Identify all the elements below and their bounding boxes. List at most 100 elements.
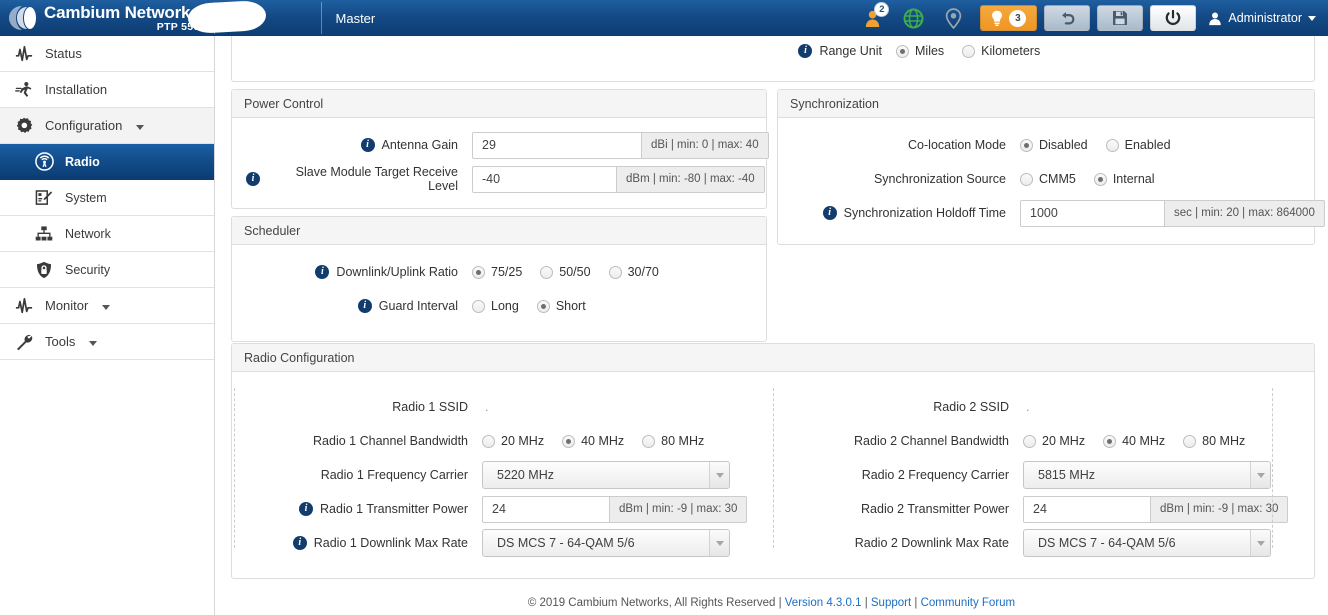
radio1-maxrate-dropdown-button[interactable] (709, 530, 729, 556)
sidebar-item-label: Installation (45, 82, 108, 97)
chevron-down-icon (1256, 472, 1265, 478)
radio1-frequency-row: Radio 1 Frequency Carrier 5220 MHz (232, 458, 773, 492)
dl-ul-ratio-option-75-25[interactable]: 75/25 (491, 265, 522, 279)
radio1-txpower-label: Radio 1 Transmitter Power (320, 502, 468, 516)
radio1-bandwidth-option-20[interactable]: 20 MHz (501, 434, 544, 448)
range-unit-option-kilometers[interactable]: Kilometers (981, 44, 1040, 58)
page-layout: Status Installation Configuration Radio Syst… (0, 36, 1328, 615)
sidebar-item-label: Radio (65, 154, 100, 169)
divider-right (1272, 388, 1273, 548)
alerts-button[interactable]: 3 (980, 5, 1038, 31)
slave-target-rx-row: i Slave Module Target Receive Level dBm … (246, 162, 765, 196)
co-location-mode-radio-disabled[interactable] (1020, 138, 1033, 152)
radio1-frequency-select-wrap: 5220 MHz (482, 461, 730, 489)
sidebar-item-tools[interactable]: Tools (0, 324, 214, 360)
sync-source-option-cmm5[interactable]: CMM5 (1039, 172, 1076, 186)
dl-ul-ratio-option-50-50[interactable]: 50/50 (559, 265, 590, 279)
sidebar-item-network[interactable]: Network (0, 216, 214, 252)
sidebar-item-installation[interactable]: Installation (0, 72, 214, 108)
radio1-frequency-dropdown-button[interactable] (709, 462, 729, 488)
antenna-gain-field-group: dBi | min: 0 | max: 40 (472, 131, 769, 159)
radio2-txpower-input[interactable] (1023, 495, 1151, 523)
radio2-maxrate-row: Radio 2 Downlink Max Rate DS MCS 7 - 64-… (773, 526, 1273, 560)
radio2-bandwidth-row: Radio 2 Channel Bandwidth 20 MHz 40 MHz … (773, 424, 1273, 458)
radio-configuration-title: Radio Configuration (232, 344, 1314, 372)
footer-support-link[interactable]: Support (871, 597, 911, 609)
radio1-txpower-input[interactable] (482, 495, 610, 523)
radio2-maxrate-dropdown-button[interactable] (1250, 530, 1270, 556)
radio1-frequency-select[interactable]: 5220 MHz (482, 461, 730, 489)
dl-ul-ratio-radio-75-25[interactable] (472, 265, 485, 279)
radio1-bandwidth-radio-80[interactable] (642, 434, 656, 448)
dl-ul-ratio-radio-50-50[interactable] (540, 265, 554, 279)
guard-interval-radio-short[interactable] (536, 299, 550, 313)
save-button[interactable] (1097, 5, 1144, 31)
sidebar-item-label: Configuration (45, 118, 123, 133)
radio1-bandwidth-radio-40[interactable] (562, 434, 576, 448)
sync-source-radio-group: CMM5 Internal (1020, 172, 1167, 186)
sidebar-item-radio[interactable]: Radio (0, 144, 214, 180)
radio2-bandwidth-option-80[interactable]: 80 MHz (1202, 434, 1245, 448)
page-footer: © 2019 Cambium Networks, All Rights Rese… (215, 597, 1328, 609)
chevron-down-icon (715, 540, 724, 546)
sidebar-item-configuration[interactable]: Configuration (0, 108, 214, 144)
map-pin-icon[interactable] (933, 0, 973, 36)
sidebar-item-status[interactable]: Status (0, 36, 214, 72)
radio2-frequency-select[interactable]: 5815 MHz (1023, 461, 1271, 489)
sync-source-radio-cmm5[interactable] (1020, 172, 1033, 186)
range-unit-radio-kilometers[interactable] (962, 44, 976, 58)
radio2-frequency-select-wrap: 5815 MHz (1023, 461, 1271, 489)
co-location-mode-radio-enabled[interactable] (1105, 138, 1119, 152)
sync-source-radio-internal[interactable] (1093, 172, 1107, 186)
top-header-bar: Cambium Networks PTP 550 A Master 2 (0, 0, 1328, 36)
chevron-down-icon (89, 340, 98, 346)
sidebar-item-monitor[interactable]: Monitor (0, 288, 214, 324)
footer-version-link[interactable]: Version 4.3.0.1 (785, 597, 862, 609)
guard-interval-radio-long[interactable] (472, 299, 485, 313)
dl-ul-ratio-radio-30-70[interactable] (608, 265, 622, 279)
radio2-frequency-dropdown-button[interactable] (1250, 462, 1270, 488)
chevron-down-icon (1256, 540, 1265, 546)
range-unit-radio-miles[interactable] (896, 44, 909, 58)
radio2-ssid-label: Radio 2 SSID (933, 400, 1009, 414)
radio2-bandwidth-option-20[interactable]: 20 MHz (1042, 434, 1085, 448)
sidebar-item-system[interactable]: System (0, 180, 214, 216)
sidebar-item-security[interactable]: Security (0, 252, 214, 288)
radio1-bandwidth-option-40[interactable]: 40 MHz (581, 434, 624, 448)
power-button[interactable] (1150, 5, 1197, 31)
radio1-maxrate-value: DS MCS 7 - 64-QAM 5/6 (497, 536, 635, 550)
sidebar-item-label: Tools (45, 334, 76, 349)
radio1-bandwidth-radio-group: 20 MHz 40 MHz 80 MHz (482, 434, 716, 448)
sidebar-item-label: System (65, 190, 107, 205)
slave-target-rx-input[interactable] (472, 165, 617, 193)
radio2-bandwidth-radio-40[interactable] (1103, 434, 1117, 448)
account-menu[interactable]: Administrator (1208, 11, 1316, 26)
holdoff-time-input[interactable] (1020, 199, 1165, 227)
undo-button[interactable] (1044, 5, 1091, 31)
gear-icon (14, 116, 34, 136)
dl-ul-ratio-radio-group: 75/25 50/50 30/70 (472, 265, 671, 279)
divider-left (234, 388, 235, 548)
antenna-gain-input[interactable] (472, 131, 642, 159)
slave-target-rx-units: dBm | min: -80 | max: -40 (617, 165, 765, 193)
radio2-bandwidth-radio-20[interactable] (1023, 434, 1036, 448)
globe-icon[interactable] (893, 0, 933, 36)
dl-ul-ratio-option-30-70[interactable]: 30/70 (628, 265, 659, 279)
chevron-down-icon (136, 124, 145, 130)
guard-interval-option-long[interactable]: Long (491, 299, 519, 313)
radio2-ssid-row: Radio 2 SSID . (773, 390, 1273, 424)
radio2-bandwidth-radio-80[interactable] (1183, 434, 1197, 448)
footer-community-link[interactable]: Community Forum (921, 597, 1016, 609)
radio2-maxrate-select[interactable]: DS MCS 7 - 64-QAM 5/6 (1023, 529, 1271, 557)
co-location-mode-option-disabled[interactable]: Disabled (1039, 138, 1088, 152)
sync-source-option-internal[interactable]: Internal (1113, 172, 1155, 186)
user-group-icon[interactable]: 2 (853, 0, 893, 36)
radio2-bandwidth-option-40[interactable]: 40 MHz (1122, 434, 1165, 448)
radio1-maxrate-select[interactable]: DS MCS 7 - 64-QAM 5/6 (482, 529, 730, 557)
power-control-title: Power Control (232, 90, 766, 118)
radio1-bandwidth-option-80[interactable]: 80 MHz (661, 434, 704, 448)
co-location-mode-option-enabled[interactable]: Enabled (1125, 138, 1171, 152)
guard-interval-option-short[interactable]: Short (556, 299, 586, 313)
range-unit-option-miles[interactable]: Miles (915, 44, 944, 58)
radio1-bandwidth-radio-20[interactable] (482, 434, 495, 448)
